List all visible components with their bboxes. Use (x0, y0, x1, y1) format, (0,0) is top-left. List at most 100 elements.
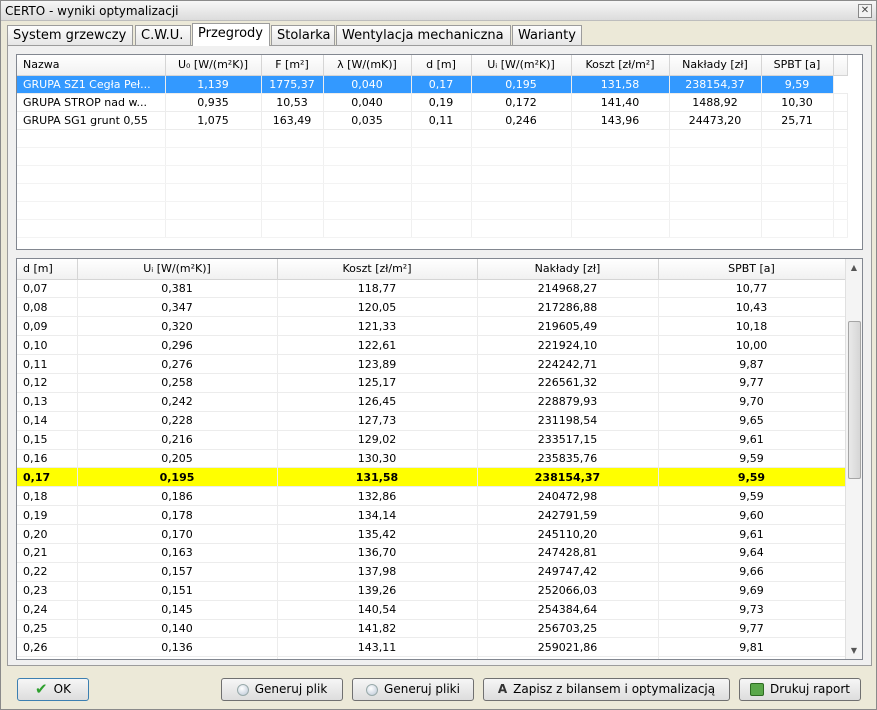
cell-name: GRUPA STROP nad w... (17, 93, 166, 112)
cell-ui: 0,145 (77, 600, 278, 620)
cell-outlays: 214968,27 (477, 279, 659, 299)
generate-files-button[interactable]: Generuj pliki (352, 678, 474, 701)
tab-joinery[interactable]: Stolarka (271, 25, 335, 45)
cell-thickness: 0,15 (17, 430, 78, 450)
print-report-label: Drukuj raport (770, 682, 850, 696)
cell-ui: 0,205 (77, 449, 278, 469)
cell-thickness: 0,16 (17, 449, 78, 469)
cell-ui: 0,195 (471, 75, 572, 94)
header-outlays[interactable]: Nakłady [zł] (477, 259, 659, 280)
cell-thickness: 0,17 (17, 467, 78, 488)
header-thickness[interactable]: d [m] (17, 259, 78, 280)
cell-ui: 0,246 (471, 111, 572, 130)
cell-ui: 0,172 (471, 93, 572, 112)
scroll-down-icon[interactable]: ▼ (846, 642, 862, 659)
cell-outlays: 242791,59 (477, 505, 659, 526)
table-row[interactable]: 0,22 0,157 137,98 249747,42 9,66 (17, 562, 846, 582)
cell-thickness: 0,21 (17, 543, 78, 563)
cell-cost: 131,58 (277, 467, 478, 488)
close-button[interactable]: ✕ (858, 4, 872, 18)
title-bar: CERTO - wyniki optymalizacji ✕ (1, 1, 876, 21)
cell-cost: 131,58 (571, 75, 670, 94)
table-row[interactable]: 0,270,131144,39261340,479,85 (17, 656, 846, 659)
table-row[interactable]: 0,12 0,258 125,17 226561,32 9,77 (17, 373, 846, 393)
cell-spbt: 9,70 (658, 392, 846, 412)
table-row[interactable]: 0,07 0,381 118,77 214968,27 10,77 (17, 279, 846, 299)
thickness-variants-grid[interactable]: d [m] Uᵢ [W/(m²K)] Koszt [zł/m²] Nakłady… (16, 258, 863, 660)
header-thickness[interactable]: d [m] (411, 55, 472, 76)
header-lambda[interactable]: λ [W/(mK)] (323, 55, 412, 76)
partitions-grid[interactable]: Nazwa U₀ [W/(m²K)] F [m²] λ [W/(mK)] d [… (16, 54, 863, 250)
tab-mechanical-ventilation[interactable]: Wentylacja mechaniczna (336, 25, 511, 45)
table-row[interactable]: 0,25 0,140 141,82 256703,25 9,77 (17, 619, 846, 639)
table-row[interactable]: 0,10 0,296 122,61 221924,10 10,00 (17, 335, 846, 356)
cell-cost: 118,77 (277, 279, 478, 299)
cell-filler (833, 75, 847, 94)
table-row[interactable]: 0,20 0,170 135,42 245110,20 9,61 (17, 524, 846, 544)
cell-outlays: 254384,64 (477, 600, 659, 620)
tab-partitions[interactable]: Przegrody (192, 23, 270, 46)
vertical-scrollbar[interactable]: ▲ ▼ (845, 259, 862, 659)
tab-hot-water[interactable]: C.W.U. (135, 25, 191, 45)
header-outlays[interactable]: Nakłady [zł] (669, 55, 762, 76)
cell-spbt: 10,00 (658, 335, 846, 356)
cell-outlays: 217286,88 (477, 297, 659, 318)
cell-outlays: 245110,20 (477, 524, 659, 544)
cell-outlays: 252066,03 (477, 581, 659, 601)
table-row[interactable]: 0,18 0,186 132,86 240472,98 9,59 (17, 486, 846, 507)
cell-spbt: 10,77 (658, 279, 846, 299)
cell-cost: 130,30 (277, 449, 478, 469)
header-cost[interactable]: Koszt [zł/m²] (277, 259, 478, 280)
table-row[interactable]: 0,17 0,195 131,58 238154,37 9,59 (17, 467, 846, 488)
header-filler (833, 55, 848, 76)
cell-outlays: 228879,93 (477, 392, 659, 412)
table-row[interactable]: 0,09 0,320 121,33 219605,49 10,18 (17, 316, 846, 337)
cell-thickness: 0,19 (17, 505, 78, 526)
header-u0[interactable]: U₀ [W/(m²K)] (165, 55, 262, 76)
tab-heating-system[interactable]: System grzewczy (7, 25, 133, 45)
cell-spbt: 9,65 (658, 411, 846, 431)
cell-ui: 0,136 (77, 637, 278, 658)
cell-lambda: 0,040 (323, 93, 412, 112)
table-row[interactable]: 0,13 0,242 126,45 228879,93 9,70 (17, 392, 846, 412)
table-row[interactable]: 0,15 0,216 129,02 233517,15 9,61 (17, 430, 846, 450)
header-cost[interactable]: Koszt [zł/m²] (571, 55, 670, 76)
scroll-up-icon[interactable]: ▲ (846, 259, 862, 276)
table-row[interactable]: GRUPA STROP nad w... 0,935 10,53 0,040 0… (17, 93, 848, 112)
table-row[interactable]: GRUPA SG1 grunt 0,55 1,075 163,49 0,035 … (17, 111, 848, 130)
table-row[interactable]: 0,14 0,228 127,73 231198,54 9,65 (17, 411, 846, 431)
cell-outlays: 249747,42 (477, 562, 659, 582)
table-row[interactable]: 0,21 0,163 136,70 247428,81 9,64 (17, 543, 846, 563)
table-row[interactable]: 0,16 0,205 130,30 235835,76 9,59 (17, 449, 846, 469)
cell-spbt: 9,59 (658, 467, 846, 488)
table-row[interactable]: 0,08 0,347 120,05 217286,88 10,43 (17, 297, 846, 318)
header-spbt[interactable]: SPBT [a] (658, 259, 846, 280)
print-report-button[interactable]: Drukuj raport (739, 678, 861, 701)
tab-variants[interactable]: Warianty (512, 25, 582, 45)
header-name[interactable]: Nazwa (17, 55, 166, 76)
cell-thickness: 0,18 (17, 486, 78, 507)
table-row[interactable]: 0,23 0,151 139,26 252066,03 9,69 (17, 581, 846, 601)
cell-cost: 129,02 (277, 430, 478, 450)
table-row[interactable]: 0,11 0,276 123,89 224242,71 9,87 (17, 354, 846, 374)
cell-thickness: 0,08 (17, 297, 78, 318)
cell-lambda: 0,035 (323, 111, 412, 130)
header-ui[interactable]: Uᵢ [W/(m²K)] (471, 55, 572, 76)
scroll-thumb[interactable] (848, 321, 861, 479)
table-row[interactable]: 0,19 0,178 134,14 242791,59 9,60 (17, 505, 846, 526)
cell-thickness: 0,17 (411, 75, 472, 94)
cell-thickness: 0,07 (17, 279, 78, 299)
ok-button[interactable]: ✔ OK (17, 678, 89, 701)
save-with-balance-button[interactable]: A Zapisz z bilansem i optymalizacją (483, 678, 730, 701)
print-icon (750, 683, 764, 696)
header-spbt[interactable]: SPBT [a] (761, 55, 834, 76)
table-row[interactable]: 0,26 0,136 143,11 259021,86 9,81 (17, 637, 846, 658)
cell-ui: 0,131 (77, 656, 278, 659)
cell-spbt: 9,64 (658, 543, 846, 563)
table-row[interactable]: 0,24 0,145 140,54 254384,64 9,73 (17, 600, 846, 620)
header-area[interactable]: F [m²] (261, 55, 324, 76)
table-row[interactable]: GRUPA SZ1 Cegła Peł... 1,139 1775,37 0,0… (17, 75, 847, 94)
generate-file-button[interactable]: Generuj plik (221, 678, 343, 701)
generate-file-label: Generuj plik (254, 682, 328, 696)
header-ui[interactable]: Uᵢ [W/(m²K)] (77, 259, 278, 280)
